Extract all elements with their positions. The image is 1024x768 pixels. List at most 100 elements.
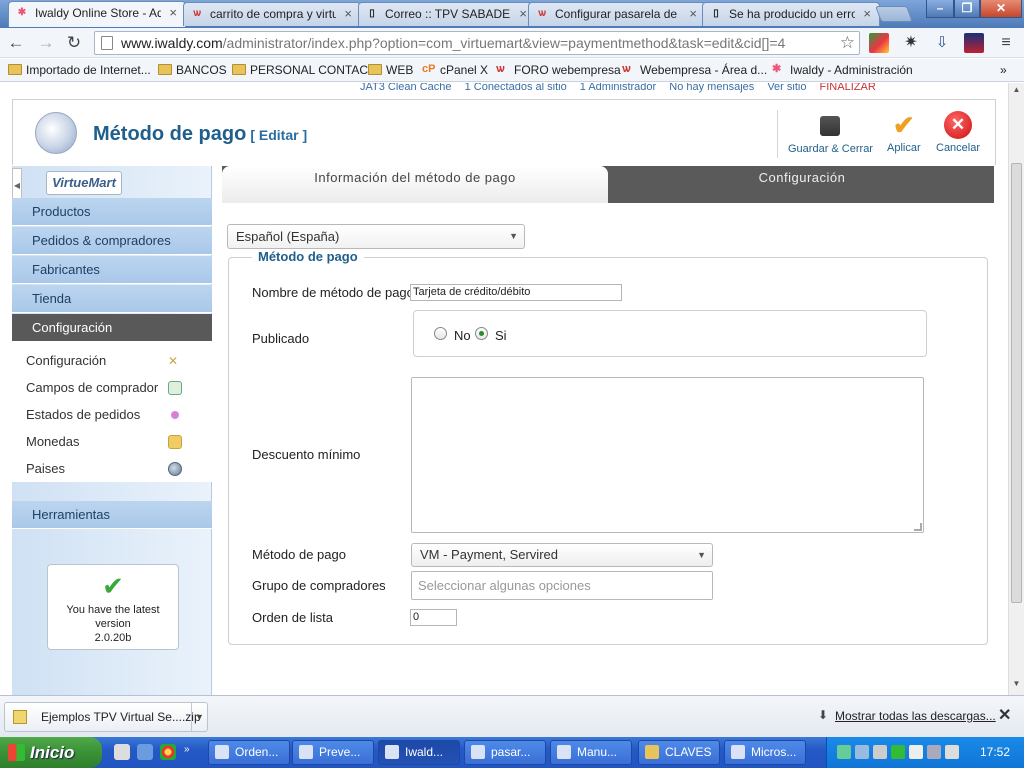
start-button[interactable]: Inicio [0, 737, 102, 768]
flag-extension-icon[interactable] [964, 33, 984, 53]
sidebar-item-fabricantes[interactable]: Fabricantes [12, 256, 212, 284]
page-scrollbar[interactable]: ▲ ▼ [1008, 83, 1024, 695]
messages-link[interactable]: No hay mensajes [669, 83, 754, 93]
browser-tab-error[interactable]: ▯ Se ha producido un error × [702, 2, 880, 26]
submenu-item-campos[interactable]: Campos de comprador [12, 375, 212, 401]
taskbar-item-preve[interactable]: Preve... [292, 740, 374, 765]
download-extension-icon[interactable]: ⇩ [932, 33, 952, 53]
webempresa-favicon-icon: ѡ [538, 8, 546, 19]
tray-icon[interactable] [909, 745, 923, 759]
submenu-item-monedas[interactable]: Monedas [12, 429, 212, 455]
published-yes-radio[interactable] [475, 327, 488, 340]
page-viewport: JAT3 Clean Cache 1 Conectados al sitio 1… [0, 83, 1008, 695]
sidebar-item-productos[interactable]: Productos [12, 198, 212, 226]
bookmark-star-icon[interactable]: ☆ [840, 32, 855, 54]
discount-textarea[interactable] [411, 377, 924, 533]
save-close-button[interactable]: Guardar & Cerrar [788, 112, 873, 155]
download-item[interactable]: Ejemplos TPV Virtual Se....zip ▼ [4, 702, 208, 732]
bookmark-webempresa[interactable]: ѡ Webempresa - Área d... [622, 59, 767, 81]
bookmark-folder-importado[interactable]: Importado de Internet... [8, 59, 151, 81]
close-tab-icon[interactable]: × [689, 3, 697, 25]
browser-tab-correo[interactable]: ▯ Correo :: TPV SABADELL × [358, 2, 536, 26]
page-header: Método de pago[ Editar ] Guardar & Cerra… [12, 99, 996, 165]
taskbar-item-iwaldy[interactable]: Iwald... [378, 740, 460, 765]
sidebar-item-tienda[interactable]: Tienda [12, 285, 212, 313]
extension-icon[interactable] [869, 33, 889, 53]
bookmark-iwaldy[interactable]: ✱ Iwaldy - Administración [772, 59, 913, 81]
tray-icon[interactable] [927, 745, 941, 759]
chrome-quicklaunch-icon[interactable] [160, 744, 176, 760]
forward-button[interactable]: → [36, 34, 56, 52]
joomla-icon: ✱ [772, 63, 782, 75]
scroll-down-icon[interactable]: ▼ [1011, 679, 1022, 691]
quicklaunch-overflow-icon[interactable]: » [184, 744, 200, 760]
shopper-group-input[interactable]: Seleccionar algunas opciones [411, 571, 713, 600]
submenu-item-estados[interactable]: Estados de pedidos [12, 402, 212, 428]
clean-cache-link[interactable]: JAT3 Clean Cache [360, 83, 452, 93]
browser-tab-iwaldy[interactable]: ✱ Iwaldy Online Store - Adı × [8, 1, 186, 27]
list-order-input[interactable]: 0 [410, 609, 457, 626]
new-tab-button[interactable] [875, 6, 913, 22]
scrollbar-thumb[interactable] [1011, 163, 1022, 603]
scroll-up-icon[interactable]: ▲ [1011, 85, 1022, 97]
webempresa-icon: ѡ [496, 63, 505, 75]
bug-extension-icon[interactable]: ✷ [901, 33, 921, 53]
logout-link[interactable]: FINALIZAR [820, 83, 876, 93]
view-site-link[interactable]: Ver sitio [767, 83, 806, 93]
close-icon[interactable]: ✕ [998, 705, 1011, 725]
bookmark-cpanel[interactable]: cP cPanel X [422, 59, 488, 81]
quicklaunch-icon[interactable] [114, 744, 130, 760]
bookmark-folder-personal[interactable]: PERSONAL CONTACT [232, 59, 375, 81]
bookmarks-bar: Importado de Internet... BANCOS PERSONAL… [0, 59, 1024, 82]
bookmarks-overflow-icon[interactable]: » [1000, 59, 1007, 81]
quicklaunch-icon[interactable] [137, 744, 153, 760]
show-all-downloads-link[interactable]: Mostrar todas las descargas... [835, 709, 996, 723]
taskbar-item-orden[interactable]: Orden... [208, 740, 290, 765]
check-icon: ✔ [892, 110, 915, 140]
bookmark-folder-bancos[interactable]: BANCOS [158, 59, 227, 81]
back-button[interactable]: ← [6, 34, 26, 52]
submenu-item-configuracion[interactable]: Configuración ✕ [12, 348, 212, 374]
browser-tab-pasarela[interactable]: ѡ Configurar pasarela de p × [528, 2, 706, 26]
chevron-down-icon[interactable]: ▼ [191, 703, 207, 731]
sidebar-item-configuracion[interactable]: Configuración [12, 314, 212, 342]
chevron-down-icon: ▼ [697, 550, 706, 560]
browser-tab-carrito[interactable]: ѡ carrito de compra y virtu × [183, 2, 361, 26]
page-favicon-icon: ▯ [369, 8, 375, 19]
tab-informacion[interactable]: Información del método de pago [222, 166, 608, 203]
menu-wrench-icon[interactable]: ≡ [996, 33, 1016, 53]
resize-grip-icon[interactable] [914, 523, 922, 531]
bookmark-foro[interactable]: ѡ FORO webempresa [496, 59, 621, 81]
tray-icon[interactable] [873, 745, 887, 759]
tray-icon[interactable] [891, 745, 905, 759]
maximize-button[interactable]: ❐ [954, 0, 980, 18]
apply-button[interactable]: ✔ Aplicar [887, 112, 921, 154]
taskbar-item-manu[interactable]: Manu... [550, 740, 632, 765]
taskbar-item-claves[interactable]: CLAVES [638, 740, 720, 765]
language-select[interactable]: Español (España) ▼ [227, 224, 525, 249]
tray-icon[interactable] [855, 745, 869, 759]
tab-configuracion[interactable]: Configuración [610, 166, 994, 203]
published-no-radio[interactable] [434, 327, 447, 340]
virtuemart-logo: VirtueMart [46, 171, 122, 195]
submenu-item-paises[interactable]: Paises [12, 456, 212, 482]
tray-icon[interactable] [837, 745, 851, 759]
taskbar-item-micros[interactable]: Micros... [724, 740, 806, 765]
sidebar-item-pedidos[interactable]: Pedidos & compradores [12, 227, 212, 255]
volume-icon[interactable] [945, 745, 959, 759]
window-close-button[interactable]: ✕ [980, 0, 1022, 18]
payment-method-select[interactable]: VM - Payment, Servired ▼ [411, 543, 713, 567]
minimize-button[interactable]: – [926, 0, 954, 18]
close-tab-icon[interactable]: × [169, 2, 177, 24]
taskbar-item-pasar[interactable]: pasar... [464, 740, 546, 765]
close-tab-icon[interactable]: × [344, 3, 352, 25]
reload-button[interactable]: ↻ [64, 34, 84, 52]
payment-name-input[interactable]: Tarjeta de crédito/débito [410, 284, 622, 301]
address-bar[interactable]: www.iwaldy.com/administrator/index.php?o… [94, 31, 860, 55]
sidebar-item-herramientas[interactable]: Herramientas [12, 501, 212, 529]
close-tab-icon[interactable]: × [863, 3, 871, 25]
page-icon [101, 36, 113, 50]
cancel-button[interactable]: ✕ Cancelar [936, 111, 980, 154]
bookmark-folder-web[interactable]: WEB [368, 59, 413, 81]
close-tab-icon[interactable]: × [519, 3, 527, 25]
